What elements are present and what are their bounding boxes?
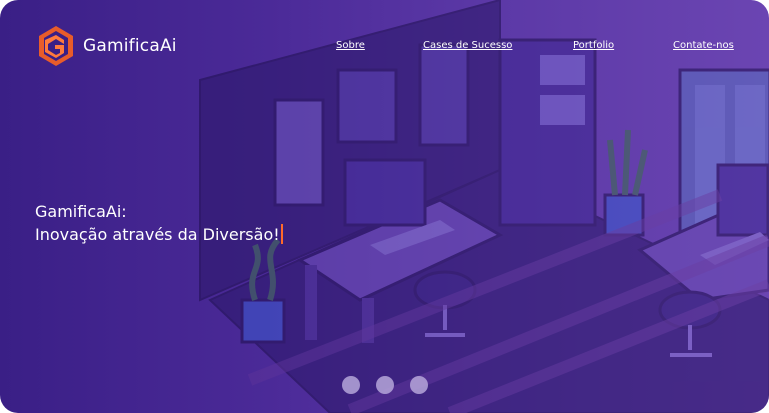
brand-logo[interactable]: GamificaAi	[37, 25, 177, 67]
nav-link-portfolio[interactable]: Portfolio	[573, 40, 614, 51]
brand-name: GamificaAi	[83, 36, 177, 56]
carousel-dot-2[interactable]	[376, 376, 394, 394]
nav-link-cases-de-sucesso[interactable]: Cases de Sucesso	[423, 40, 512, 51]
carousel-dot-3[interactable]	[410, 376, 428, 394]
nav-link-contate-nos[interactable]: Contate-nos	[673, 40, 734, 51]
typing-cursor	[280, 224, 283, 244]
top-navbar: GamificaAi Sobre Cases de Sucesso Portfo…	[0, 0, 769, 90]
carousel-dots	[342, 376, 428, 394]
hero-banner: GamificaAi Sobre Cases de Sucesso Portfo…	[0, 0, 769, 413]
carousel-dot-1[interactable]	[342, 376, 360, 394]
hero-line-2: Inovação através da Diversão!	[35, 225, 280, 244]
nav-link-sobre[interactable]: Sobre	[336, 40, 365, 51]
hero-line-1: GamificaAi:	[35, 202, 127, 221]
hero-line-2-wrap: Inovação através da Diversão!	[35, 223, 283, 246]
gamificaai-logo-icon	[39, 26, 73, 66]
hero-headline: GamificaAi: Inovação através da Diversão…	[35, 200, 283, 246]
